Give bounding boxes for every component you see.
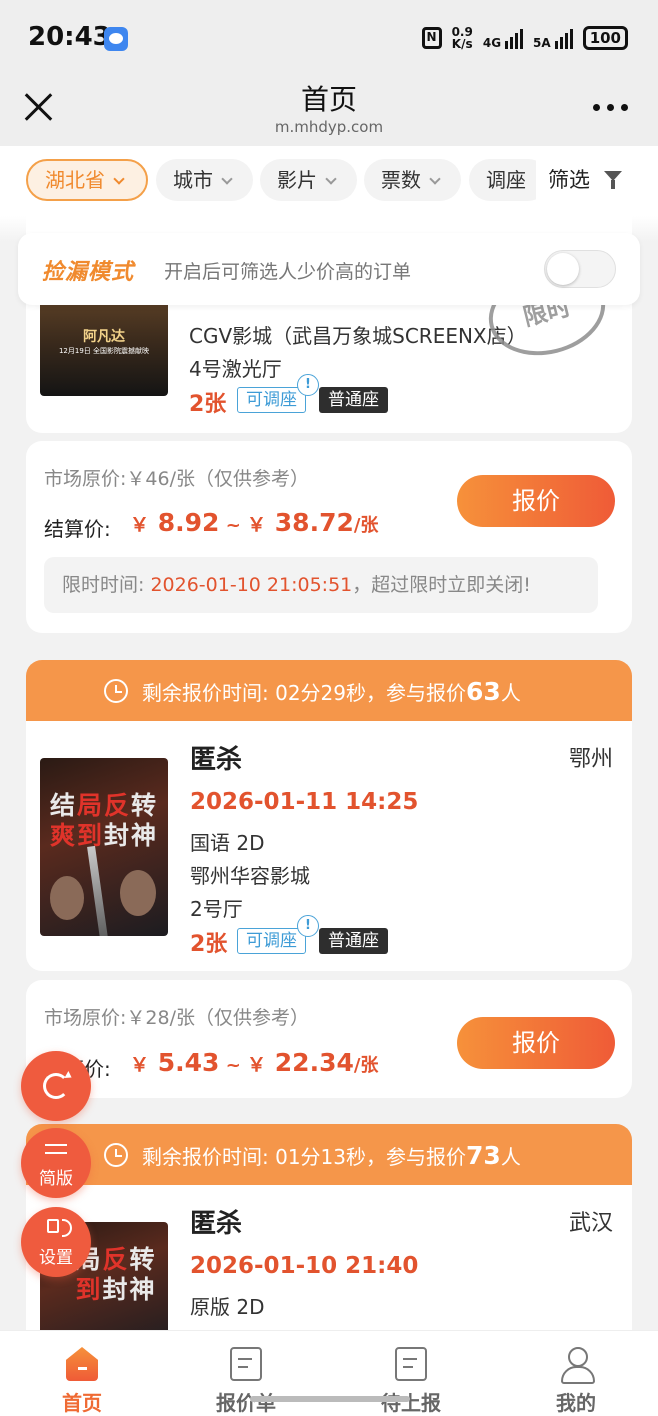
chevron-down-icon <box>221 173 233 185</box>
user-icon <box>560 1347 595 1384</box>
movie-title: 匿杀 <box>190 1209 243 1239</box>
movie-version: 国语 2D <box>190 831 265 855</box>
ticket-count: 2张 <box>189 392 227 417</box>
speaker-icon <box>47 1219 72 1237</box>
cinema-name: CGV影城（武昌万象城SCREENX店） <box>189 324 527 348</box>
countdown-bar: 剩余报价时间: 02分29秒，参与报价63人 <box>26 660 632 722</box>
bottom-nav: 首页 报价单 待上报 我的 <box>0 1330 658 1416</box>
pending-report-icon <box>395 1347 427 1381</box>
info-icon[interactable]: ! <box>297 915 319 937</box>
page-url: m.mhdyp.com <box>274 118 384 136</box>
hall-name: 4号激光厅 <box>189 357 282 381</box>
countdown-bar: 剩余报价时间: 01分13秒，参与报价73人 <box>26 1124 632 1186</box>
market-price: 市场原价:￥46/张（仅供参考） <box>44 468 309 490</box>
limit-time-notice: 限时时间: 2026-01-10 21:05:51，超过限时立即关闭! <box>44 557 598 613</box>
settle-price-label: 结算价: <box>44 517 111 541</box>
hall-name: 2号厅 <box>190 897 243 921</box>
message-app-icon <box>104 27 128 51</box>
nfc-icon: N <box>421 27 442 49</box>
order-price-panel: 市场原价:￥28/张（仅供参考） 结算价: ￥ 5.43 ~ ￥ 22.34/张… <box>26 980 632 1098</box>
nav-quote-list[interactable]: 报价单 <box>164 1331 328 1416</box>
nav-mine[interactable]: 我的 <box>494 1331 658 1416</box>
filter-movie[interactable]: 影片 <box>260 159 357 201</box>
ticket-count: 2张 <box>190 932 228 957</box>
market-price: 市场原价:￥28/张（仅供参考） <box>44 1007 309 1029</box>
filter-funnel-icon <box>604 171 622 189</box>
signal-icon-1: 4G <box>483 27 524 49</box>
showtime: 2026-01-11 14:25 <box>190 789 419 815</box>
chevron-down-icon <box>113 173 125 185</box>
movie-title: 匿杀 <box>190 745 243 775</box>
adjustable-tag: 可调座! <box>237 915 319 954</box>
settle-price-range: ￥ 5.43 ~ ￥ 22.34/张 <box>130 1048 379 1077</box>
settle-price-range: ￥ 8.92 ~ ￥ 38.72/张 <box>130 508 379 537</box>
pickup-mode-description: 开启后可筛选人少价高的订单 <box>164 261 412 283</box>
order-card[interactable]: 结局反转 爽到封神 匿杀 鄂州 2026-01-11 14:25 国语 2D 鄂… <box>26 721 632 971</box>
status-icons: N 0.9 K/s 4G 5A 100 <box>421 25 628 51</box>
quote-button[interactable]: 报价 <box>457 475 615 527</box>
clock: 20:43 <box>28 22 111 52</box>
swap-icon <box>45 1140 67 1158</box>
cinema-name: 鄂州华容影城 <box>190 864 310 888</box>
city-name: 鄂州 <box>569 747 614 772</box>
seat-type-tag: 普通座 <box>319 928 388 954</box>
refresh-icon <box>43 1073 69 1099</box>
countdown-text: 剩余报价时间: 02分29秒，参与报价63人 <box>142 677 521 706</box>
status-bar: 20:43 N 0.9 K/s 4G 5A 100 <box>0 0 658 72</box>
home-indicator <box>250 1396 410 1402</box>
settings-button[interactable]: 设置 <box>21 1207 91 1277</box>
quote-list-icon <box>230 1347 262 1381</box>
battery-icon: 100 <box>582 26 628 50</box>
quote-button[interactable]: 报价 <box>457 1017 615 1069</box>
clock-icon <box>104 1143 128 1167</box>
page-title: 首页 <box>300 83 357 116</box>
chevron-down-icon <box>429 173 441 185</box>
filter-province[interactable]: 湖北省 <box>26 159 148 201</box>
home-icon <box>66 1347 98 1381</box>
showtime: 2026-01-10 21:40 <box>190 1253 419 1279</box>
adjustable-tag: 可调座! <box>237 374 319 413</box>
screen-button[interactable]: 筛选 <box>536 159 658 201</box>
seat-type-tag: 普通座 <box>319 387 388 413</box>
pickup-mode-title: 捡漏模式 <box>42 260 135 285</box>
order-price-panel-partial: 市场原价:￥46/张（仅供参考） 结算价: ￥ 8.92 ~ ￥ 38.72/张… <box>26 441 632 633</box>
filter-ticket-count[interactable]: 票数 <box>364 159 461 201</box>
countdown-text: 剩余报价时间: 01分13秒，参与报价73人 <box>142 1141 521 1170</box>
filter-bar: 湖北省 城市 影片 票数 调座 筛选 <box>0 146 658 216</box>
signal-icon-2: 5A <box>533 27 573 49</box>
chevron-down-icon <box>325 173 337 185</box>
pickup-mode-toggle[interactable] <box>544 250 616 288</box>
simple-version-button[interactable]: 简版 <box>21 1128 91 1198</box>
clock-icon <box>104 679 128 703</box>
city-name: 武汉 <box>569 1211 614 1236</box>
movie-poster: 结局反转 爽到封神 <box>40 758 168 936</box>
network-speed: 0.9 K/s <box>451 25 473 51</box>
order-card[interactable]: 局反转 到封神 匿杀 武汉 2026-01-10 21:40 原版 2D <box>26 1185 632 1352</box>
title-bar: 首页 m.mhdyp.com <box>0 72 658 146</box>
info-icon[interactable]: ! <box>297 374 319 396</box>
more-icon[interactable] <box>593 104 628 111</box>
movie-version: 原版 2D <box>190 1295 265 1319</box>
nav-pending-report[interactable]: 待上报 <box>329 1331 493 1416</box>
pickup-mode-banner: 捡漏模式 开启后可筛选人少价高的订单 <box>18 233 640 305</box>
nav-home[interactable]: 首页 <box>0 1331 164 1416</box>
refresh-button[interactable] <box>21 1051 91 1121</box>
filter-city[interactable]: 城市 <box>156 159 253 201</box>
